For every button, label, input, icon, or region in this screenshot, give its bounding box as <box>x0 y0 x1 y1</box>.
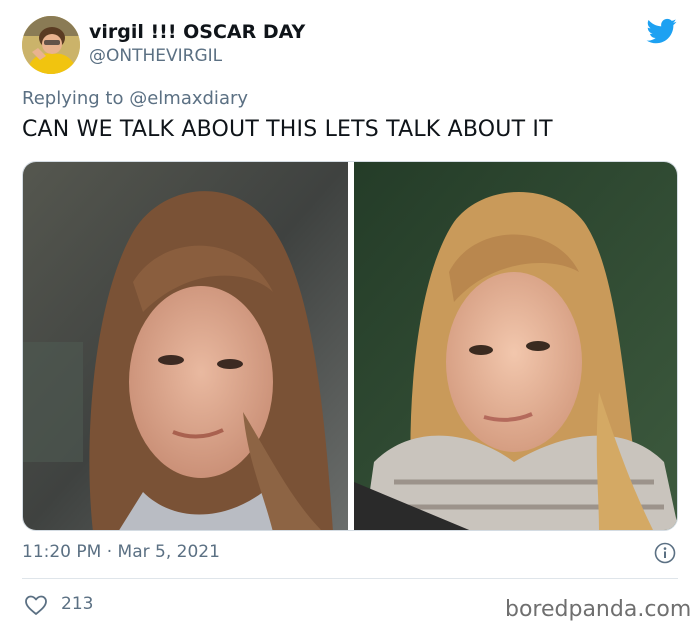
reply-mention-link[interactable]: @elmaxdiary <box>129 88 248 109</box>
tweet-media[interactable] <box>22 161 678 531</box>
divider <box>22 578 678 579</box>
tweet-photo[interactable] <box>354 162 677 530</box>
replying-to: Replying to @elmaxdiary <box>22 88 248 109</box>
tweet-timestamp[interactable]: 11:20 PM · Mar 5, 2021 <box>22 542 220 562</box>
user-handle[interactable]: @ONTHEVIRGIL <box>89 46 222 66</box>
heart-icon[interactable] <box>24 594 48 616</box>
info-icon[interactable] <box>654 542 676 564</box>
tweet-text: CAN WE TALK ABOUT THIS LETS TALK ABOUT I… <box>22 117 553 142</box>
avatar-image <box>22 16 80 74</box>
tweet-card: virgil !!! OSCAR DAY @ONTHEVIRGIL Replyi… <box>0 0 700 634</box>
display-name[interactable]: virgil !!! OSCAR DAY <box>89 21 305 43</box>
watermark: boredpanda.com <box>505 597 692 622</box>
like-count: 213 <box>61 594 94 614</box>
avatar[interactable] <box>22 16 80 74</box>
tweet-photo[interactable] <box>23 162 348 530</box>
twitter-bird-icon[interactable] <box>645 16 679 46</box>
replying-to-label: Replying to <box>22 88 124 109</box>
